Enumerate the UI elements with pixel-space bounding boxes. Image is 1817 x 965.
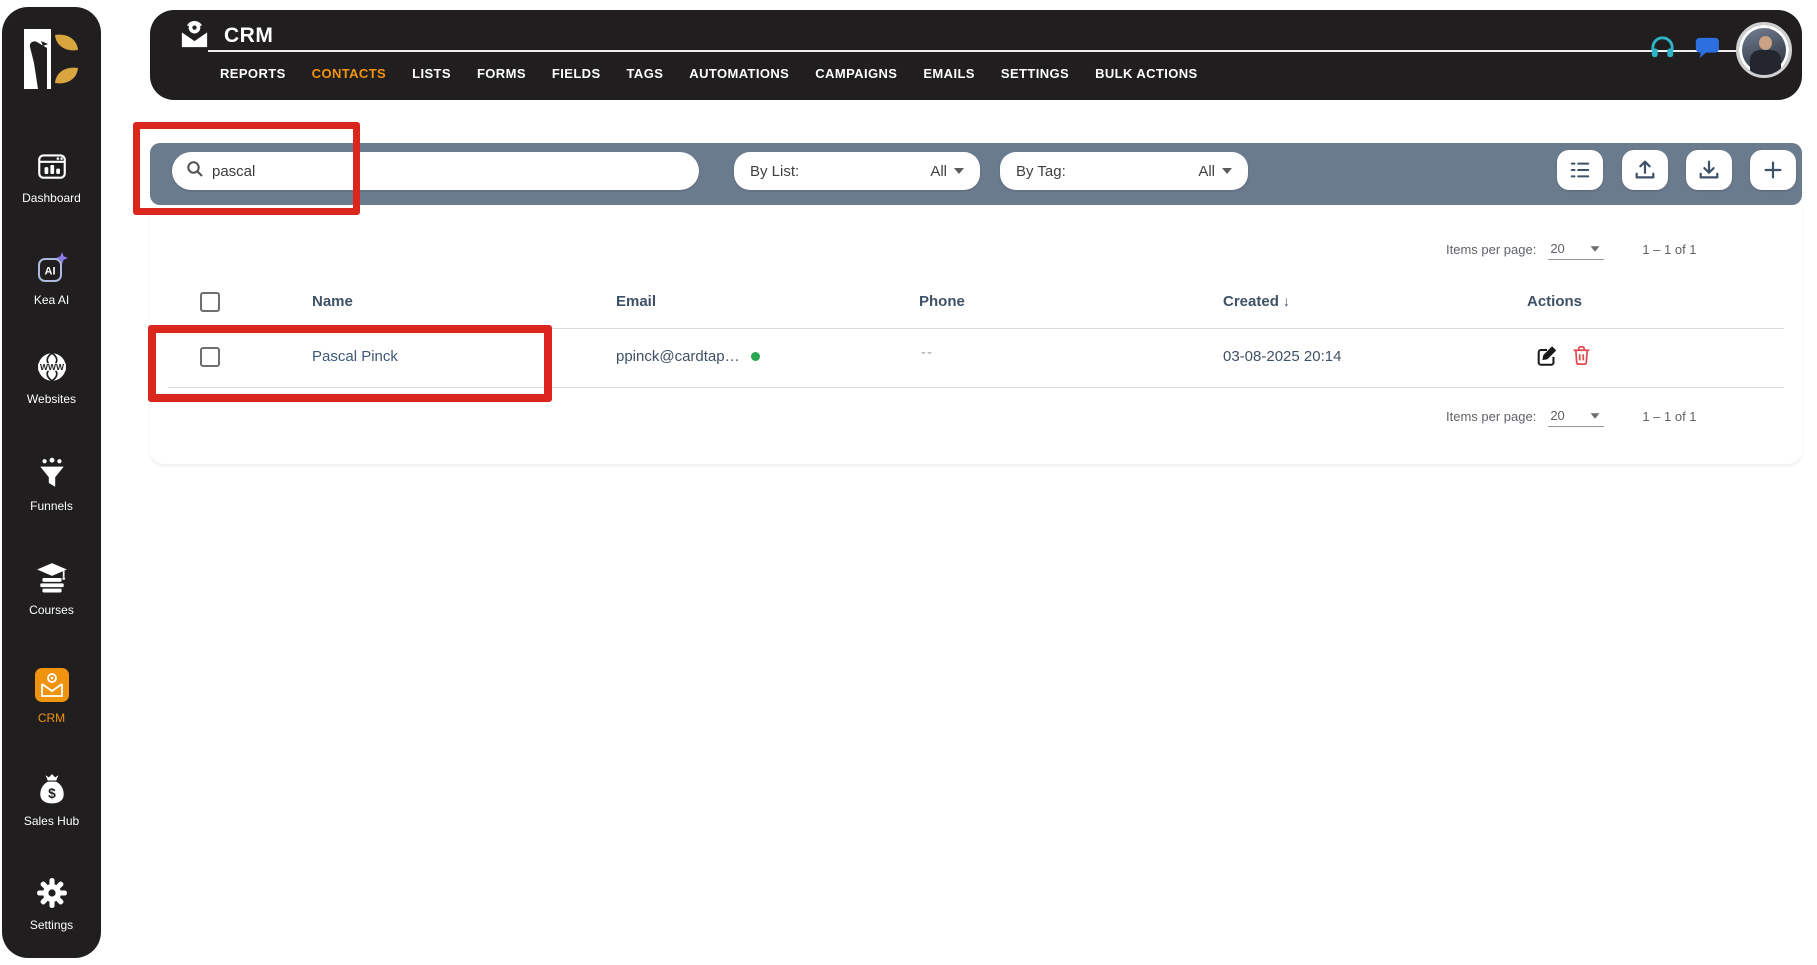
chevron-down-icon bbox=[954, 168, 964, 174]
chevron-down-icon bbox=[1590, 245, 1600, 252]
by-list-label: By List: bbox=[750, 162, 800, 180]
sidebar-item-dashboard[interactable]: Dashboard bbox=[2, 149, 101, 205]
sidebar-item-websites[interactable]: WWW Websites bbox=[2, 350, 101, 406]
email-status-dot bbox=[750, 352, 760, 361]
tab-emails[interactable]: EMAILS bbox=[923, 66, 975, 81]
add-contact-button[interactable] bbox=[1750, 150, 1796, 190]
items-per-page-label: Items per page: bbox=[1446, 409, 1537, 424]
crm-icon bbox=[34, 667, 70, 706]
page-range: 1 – 1 of 1 bbox=[1642, 242, 1697, 257]
settings-icon bbox=[35, 876, 69, 913]
crm-nav-tabs: REPORTS CONTACTS LISTS FORMS FIELDS TAGS… bbox=[220, 66, 1198, 81]
column-header-actions: Actions bbox=[1527, 293, 1583, 310]
chevron-down-icon bbox=[1222, 168, 1232, 174]
user-avatar[interactable] bbox=[1736, 22, 1792, 78]
crm-app-icon bbox=[178, 17, 211, 55]
delete-contact-button[interactable] bbox=[1571, 345, 1592, 369]
sidebar-item-label: Dashboard bbox=[22, 191, 81, 205]
tab-reports[interactable]: REPORTS bbox=[220, 66, 286, 81]
sidebar-item-label: Websites bbox=[26, 392, 77, 406]
contact-email: ppinck@cardtap… bbox=[616, 348, 740, 365]
sales-hub-icon: $ bbox=[35, 772, 69, 809]
items-per-page-label: Items per page: bbox=[1446, 242, 1537, 257]
sidebar-item-label: Sales Hub bbox=[23, 814, 80, 828]
header-divider bbox=[208, 50, 1736, 52]
column-header-created[interactable]: Created ↓ bbox=[1223, 293, 1290, 310]
sidebar-item-settings[interactable]: Settings bbox=[2, 876, 101, 932]
by-list-value: All bbox=[930, 162, 947, 180]
chat-icon[interactable] bbox=[1693, 36, 1719, 65]
sidebar-item-label: Settings bbox=[29, 918, 74, 932]
contact-email-cell: ppinck@cardtap… bbox=[616, 348, 760, 365]
sidebar-item-kea-ai[interactable]: AI Kea AI bbox=[2, 251, 101, 307]
courses-icon bbox=[35, 561, 69, 598]
column-header-phone[interactable]: Phone bbox=[919, 293, 965, 310]
by-list-filter[interactable]: By List: All bbox=[734, 152, 980, 190]
sidebar-item-label: CRM bbox=[37, 711, 66, 725]
column-header-email[interactable]: Email bbox=[616, 293, 656, 310]
by-tag-value: All bbox=[1198, 162, 1215, 180]
tab-settings[interactable]: SETTINGS bbox=[1001, 66, 1069, 81]
sidebar: Dashboard AI Kea AI WWW Websites Funnels… bbox=[2, 7, 101, 958]
contact-phone: -- bbox=[921, 344, 933, 361]
tab-lists[interactable]: LISTS bbox=[412, 66, 451, 81]
dashboard-icon bbox=[35, 149, 69, 186]
by-tag-filter[interactable]: By Tag: All bbox=[1000, 152, 1248, 190]
app-window: Dashboard AI Kea AI WWW Websites Funnels… bbox=[0, 0, 1817, 965]
items-per-page-select[interactable]: 20 bbox=[1548, 239, 1605, 260]
sort-desc-icon: ↓ bbox=[1282, 293, 1290, 309]
paginator-bottom: Items per page: 20 1 – 1 of 1 bbox=[1446, 406, 1697, 427]
chevron-down-icon bbox=[1590, 412, 1600, 419]
svg-text:WWW: WWW bbox=[39, 362, 64, 372]
kea-logo bbox=[21, 27, 83, 91]
svg-text:$: $ bbox=[48, 785, 56, 801]
sidebar-item-crm[interactable]: CRM bbox=[2, 667, 101, 725]
kea-ai-icon: AI bbox=[35, 251, 69, 288]
app-header: CRM REPORTS CONTACTS LISTS FORMS FIELDS … bbox=[150, 10, 1802, 100]
tab-tags[interactable]: TAGS bbox=[627, 66, 664, 81]
sidebar-item-funnels[interactable]: Funnels bbox=[2, 457, 101, 513]
tab-fields[interactable]: FIELDS bbox=[552, 66, 601, 81]
headphones-icon[interactable] bbox=[1649, 34, 1676, 66]
select-all-checkbox[interactable] bbox=[200, 292, 220, 312]
items-per-page-value: 20 bbox=[1550, 408, 1565, 423]
paginator-top: Items per page: 20 1 – 1 of 1 bbox=[1446, 239, 1697, 260]
sidebar-item-label: Kea AI bbox=[33, 293, 70, 307]
export-button[interactable] bbox=[1686, 150, 1732, 190]
funnels-icon bbox=[35, 457, 69, 494]
items-per-page-value: 20 bbox=[1550, 241, 1565, 256]
websites-icon: WWW bbox=[35, 350, 69, 387]
edit-contact-button[interactable] bbox=[1535, 344, 1559, 371]
tab-forms[interactable]: FORMS bbox=[477, 66, 526, 81]
items-per-page-select[interactable]: 20 bbox=[1548, 406, 1605, 427]
tab-automations[interactable]: AUTOMATIONS bbox=[689, 66, 789, 81]
column-header-name[interactable]: Name bbox=[312, 293, 353, 310]
page-range: 1 – 1 of 1 bbox=[1642, 409, 1697, 424]
svg-text:AI: AI bbox=[44, 266, 55, 278]
page-title: CRM bbox=[224, 24, 274, 47]
annotation-rect-contact-name bbox=[148, 325, 552, 402]
tab-bulk-actions[interactable]: BULK ACTIONS bbox=[1095, 66, 1198, 81]
tab-campaigns[interactable]: CAMPAIGNS bbox=[815, 66, 897, 81]
list-view-button[interactable] bbox=[1557, 150, 1603, 190]
by-tag-label: By Tag: bbox=[1016, 162, 1066, 180]
annotation-rect-search bbox=[133, 122, 360, 215]
tab-contacts[interactable]: CONTACTS bbox=[312, 66, 386, 81]
import-button[interactable] bbox=[1622, 150, 1668, 190]
contact-created: 03-08-2025 20:14 bbox=[1223, 348, 1342, 365]
sidebar-item-courses[interactable]: Courses bbox=[2, 561, 101, 617]
sidebar-item-label: Courses bbox=[29, 603, 74, 617]
sidebar-item-sales-hub[interactable]: $ Sales Hub bbox=[2, 772, 101, 828]
sidebar-item-label: Funnels bbox=[30, 499, 73, 513]
filter-toolbar: By List: All By Tag: All bbox=[150, 143, 1802, 205]
